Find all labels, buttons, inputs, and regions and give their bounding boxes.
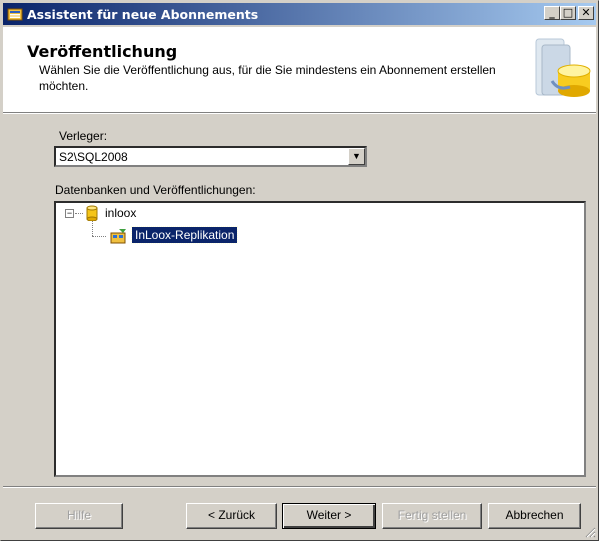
publication-icon [110,229,126,244]
page-description: Wählen Sie die Veröffentlichung aus, für… [39,63,496,93]
maximize-button[interactable]: □ [560,6,576,20]
tree-item-database[interactable]: inloox [105,206,136,220]
finish-button[interactable]: Fertig stellen [382,503,482,529]
database-graphic-icon [535,38,591,97]
title-bar[interactable]: Assistent für neue Abonnements _ □ ✕ [3,3,596,25]
back-button[interactable]: < Zurück [186,503,277,529]
help-button[interactable]: Hilfe [35,503,123,529]
chevron-down-icon[interactable]: ▼ [348,148,365,165]
footer-divider [3,486,596,488]
collapse-icon[interactable]: − [65,209,74,218]
publisher-value: S2\SQL2008 [59,150,128,164]
database-icon [86,205,98,221]
tree-item-publication[interactable]: InLoox-Replikation [130,226,239,244]
minimize-button[interactable]: _ [544,6,560,20]
wizard-app-icon [7,8,23,21]
tree-connector [92,236,106,237]
page-title: Veröffentlichung [27,42,178,61]
window-title: Assistent für neue Abonnements [27,7,259,22]
wizard-header: Veröffentlichung Wählen Sie die Veröffen… [3,27,596,112]
next-button[interactable]: Weiter > [282,503,376,529]
resize-grip-icon[interactable] [584,526,596,538]
header-divider [3,112,596,114]
tree-connector [92,221,93,236]
wizard-window: Assistent für neue Abonnements _ □ ✕ Ver… [0,0,599,541]
close-button[interactable]: ✕ [578,6,594,20]
publication-tree[interactable]: − inloox InLoox-Replikation [54,201,586,477]
tree-label: Datenbanken und Veröffentlichungen: [55,183,256,197]
publisher-select[interactable]: S2\SQL2008 ▼ [54,146,367,167]
tree-connector [75,213,83,214]
cancel-button[interactable]: Abbrechen [488,503,581,529]
publisher-label: Verleger: [59,129,108,143]
